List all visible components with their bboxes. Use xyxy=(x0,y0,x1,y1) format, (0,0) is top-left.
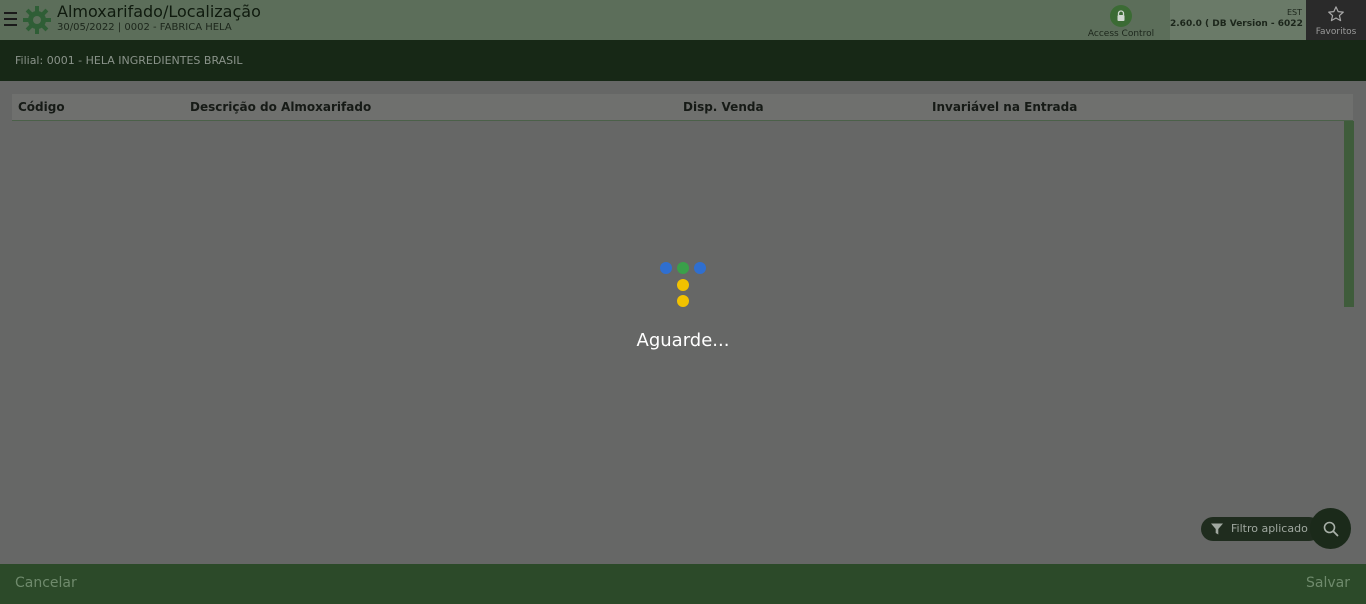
loader-dot xyxy=(677,279,689,291)
loading-spinner xyxy=(655,258,710,313)
version-text: 2.60.0 ( DB Version - 6022 ) xyxy=(1170,19,1311,29)
app-header: Almoxarifado/Localização 30/05/2022 | 00… xyxy=(0,0,1366,40)
column-header-disp-venda[interactable]: Disp. Venda xyxy=(683,100,764,114)
filial-bar: Filial: 0001 - HELA INGREDIENTES BRASIL xyxy=(0,40,1366,81)
gear-logo-icon xyxy=(23,6,51,34)
star-icon xyxy=(1328,6,1344,22)
filter-applied-button[interactable]: Filtro aplicado xyxy=(1201,517,1321,541)
cancel-button[interactable]: Cancelar xyxy=(15,575,77,591)
environment-label: EST xyxy=(1286,8,1302,17)
table-area: Código Descrição do Almoxarifado Disp. V… xyxy=(0,81,1366,564)
column-header-codigo[interactable]: Código xyxy=(18,100,65,114)
filial-label: Filial: 0001 - HELA INGREDIENTES BRASIL xyxy=(15,54,243,67)
column-header-invariavel[interactable]: Invariável na Entrada xyxy=(932,100,1077,114)
scrollbar-thumb[interactable] xyxy=(1344,121,1354,307)
menu-icon[interactable] xyxy=(4,11,17,27)
search-button[interactable] xyxy=(1310,508,1351,549)
loading-text: Aguarde... xyxy=(636,330,730,351)
favorites-label: Favoritos xyxy=(1315,27,1357,37)
loader-dot xyxy=(677,262,689,274)
version-info: EST 2.60.0 ( DB Version - 6022 ) xyxy=(1170,0,1311,40)
loader-dot xyxy=(660,262,672,274)
table-header: Código Descrição do Almoxarifado Disp. V… xyxy=(12,94,1353,121)
page-title: Almoxarifado/Localização xyxy=(57,2,261,21)
favorites-button[interactable]: Favoritos xyxy=(1306,0,1366,40)
page-subtitle: 30/05/2022 | 0002 - FABRICA HELA xyxy=(57,22,232,33)
scrollbar[interactable] xyxy=(1344,121,1354,561)
access-control-label: Access Control xyxy=(1087,29,1155,39)
app-window: Almoxarifado/Localização 30/05/2022 | 00… xyxy=(0,0,1366,604)
title-block: Almoxarifado/Localização 30/05/2022 | 00… xyxy=(57,3,261,34)
search-icon xyxy=(1323,521,1338,536)
column-header-descricao[interactable]: Descrição do Almoxarifado xyxy=(190,100,371,114)
access-control-button[interactable]: Access Control xyxy=(1086,4,1156,39)
footer-bar: Cancelar Salvar xyxy=(0,564,1366,604)
filter-label: Filtro aplicado xyxy=(1231,522,1308,535)
filter-icon xyxy=(1211,523,1223,535)
loader-dot xyxy=(694,262,706,274)
save-button[interactable]: Salvar xyxy=(1306,575,1350,591)
loader-dot xyxy=(677,295,689,307)
lock-icon xyxy=(1110,5,1132,27)
